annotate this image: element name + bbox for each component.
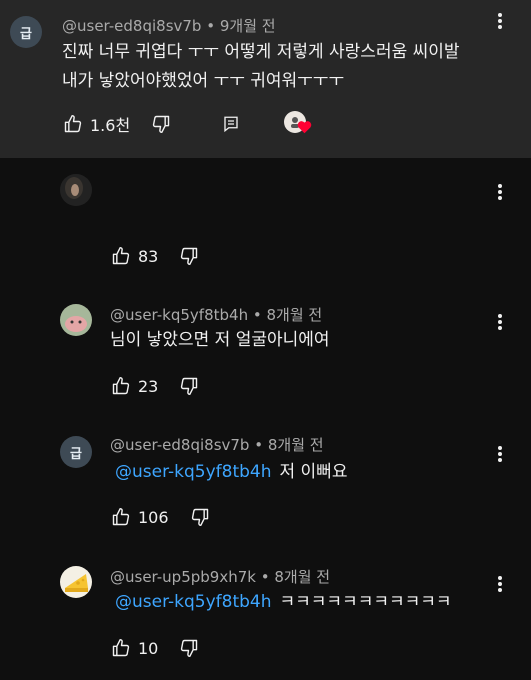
thumbs-down-icon [181, 639, 198, 658]
like-count: 106 [138, 507, 169, 527]
author-name[interactable]: @user-ed8qi8sv7b [110, 436, 249, 454]
kebab-icon [498, 314, 502, 330]
avatar[interactable]: 급 [10, 16, 42, 48]
comment-actions: 1.6천 [62, 111, 314, 137]
meta-separator: • [252, 306, 267, 324]
cheese-icon [65, 574, 88, 592]
comment-text-body: 저 이뻐요 [279, 462, 348, 482]
top-comment: 급 @user-ed8qi8sv7b • 9개월 전 진짜 너무 귀엽다 ㅜㅜ … [0, 0, 531, 158]
dislike-button[interactable] [178, 375, 200, 397]
more-options-button[interactable] [490, 442, 510, 466]
meta-separator: • [254, 436, 268, 454]
avatar[interactable] [60, 174, 92, 206]
avatar[interactable] [60, 304, 92, 336]
avatar-letter: 급 [70, 446, 82, 462]
dislike-button[interactable] [189, 506, 211, 528]
meta-separator: • [206, 17, 220, 35]
like-button[interactable] [62, 113, 84, 135]
comment-actions: 10 [110, 636, 200, 660]
mention-link[interactable]: @user-kq5yf8tb4h [115, 592, 272, 612]
thumbs-up-icon [112, 246, 130, 265]
thumbs-up-icon [112, 507, 130, 526]
comment-text: @user-kq5yf8tb4h 저 이뻐요 [115, 458, 347, 487]
dislike-button[interactable] [150, 113, 172, 135]
comment-meta: @user-ed8qi8sv7b • 9개월 전 [62, 15, 276, 36]
kebab-icon [498, 13, 502, 29]
timestamp[interactable]: 8개월 전 [274, 568, 330, 586]
more-options-button[interactable] [490, 9, 510, 33]
reply-item: @user-up5pb9xh7k • 8개월 전 @user-kq5yf8tb4… [0, 554, 531, 680]
comment-meta: @user-ed8qi8sv7b • 8개월 전 [110, 434, 324, 455]
reply-item: @user-kq5yf8tb4h • 8개월 전 님이 낳았으면 저 얼굴아니에… [0, 290, 531, 412]
comment-text: @user-kq5yf8tb4h ㅋㅋㅋㅋㅋㅋㅋㅋㅋㅋㅋ [115, 588, 452, 617]
like-count: 10 [138, 638, 159, 658]
avatar[interactable] [60, 566, 92, 598]
meta-separator: • [260, 568, 275, 586]
comment-meta: @user-up5pb9xh7k • 8개월 전 [110, 566, 330, 587]
reply-item: 83 [0, 158, 531, 280]
more-options-button[interactable] [490, 310, 510, 334]
thumbs-up-icon [64, 114, 82, 133]
comment-text: 님이 낳았으면 저 얼굴아니에여 [110, 330, 330, 350]
like-button[interactable] [110, 637, 132, 659]
reply-item: 급 @user-ed8qi8sv7b • 8개월 전 @user-kq5yf8t… [0, 422, 531, 542]
thumbs-down-icon [191, 508, 208, 527]
creator-heart-badge [284, 111, 314, 137]
comment-actions: 83 [110, 244, 200, 268]
dislike-button[interactable] [178, 245, 200, 267]
dislike-button[interactable] [178, 637, 200, 659]
profile-photo-icon [60, 174, 92, 206]
comment-meta: @user-kq5yf8tb4h • 8개월 전 [110, 304, 322, 325]
thumbs-down-icon [181, 247, 198, 266]
comment-actions: 23 [110, 374, 200, 398]
author-name[interactable]: @user-kq5yf8tb4h [110, 306, 248, 324]
kebab-icon [498, 576, 502, 592]
kebab-icon [498, 184, 502, 200]
comment-text-line: 내가 낳았어야했었어 ㅜㅜ 귀여워ㅜㅜㅜ [62, 71, 345, 91]
mention-link[interactable]: @user-kq5yf8tb4h [115, 462, 272, 482]
more-options-button[interactable] [490, 572, 510, 596]
like-count: 23 [138, 376, 159, 396]
reply-button[interactable] [220, 113, 242, 135]
like-button[interactable] [110, 375, 132, 397]
like-button[interactable] [110, 506, 132, 528]
like-count: 83 [138, 246, 159, 266]
comment-actions: 106 [110, 505, 211, 529]
like-count: 1.6천 [90, 116, 131, 135]
like-button[interactable] [110, 245, 132, 267]
thumbs-up-icon [112, 376, 130, 395]
avatar[interactable]: 급 [60, 436, 92, 468]
profile-photo-icon [65, 316, 87, 332]
thumbs-up-icon [112, 638, 130, 657]
thumbs-down-icon [153, 115, 170, 134]
avatar-letter: 급 [20, 26, 32, 42]
more-options-button[interactable] [490, 180, 510, 204]
thumbs-down-icon [181, 377, 198, 396]
comment-text: 진짜 너무 귀엽다 ㅜㅜ 어떻게 저렇게 사랑스러움 씨이발 내가 낳았어야했었… [62, 38, 460, 96]
timestamp[interactable]: 8개월 전 [268, 436, 324, 454]
timestamp[interactable]: 8개월 전 [266, 306, 322, 324]
heart-icon [297, 121, 312, 134]
timestamp[interactable]: 9개월 전 [220, 17, 276, 35]
comment-text-line: 진짜 너무 귀엽다 ㅜㅜ 어떻게 저렇게 사랑스러움 씨이발 [62, 42, 460, 62]
comment-text-body: ㅋㅋㅋㅋㅋㅋㅋㅋㅋㅋㅋ [279, 592, 452, 612]
kebab-icon [498, 446, 502, 462]
author-name[interactable]: @user-up5pb9xh7k [110, 568, 256, 586]
author-name[interactable]: @user-ed8qi8sv7b [62, 17, 201, 35]
comment-icon [224, 116, 238, 133]
